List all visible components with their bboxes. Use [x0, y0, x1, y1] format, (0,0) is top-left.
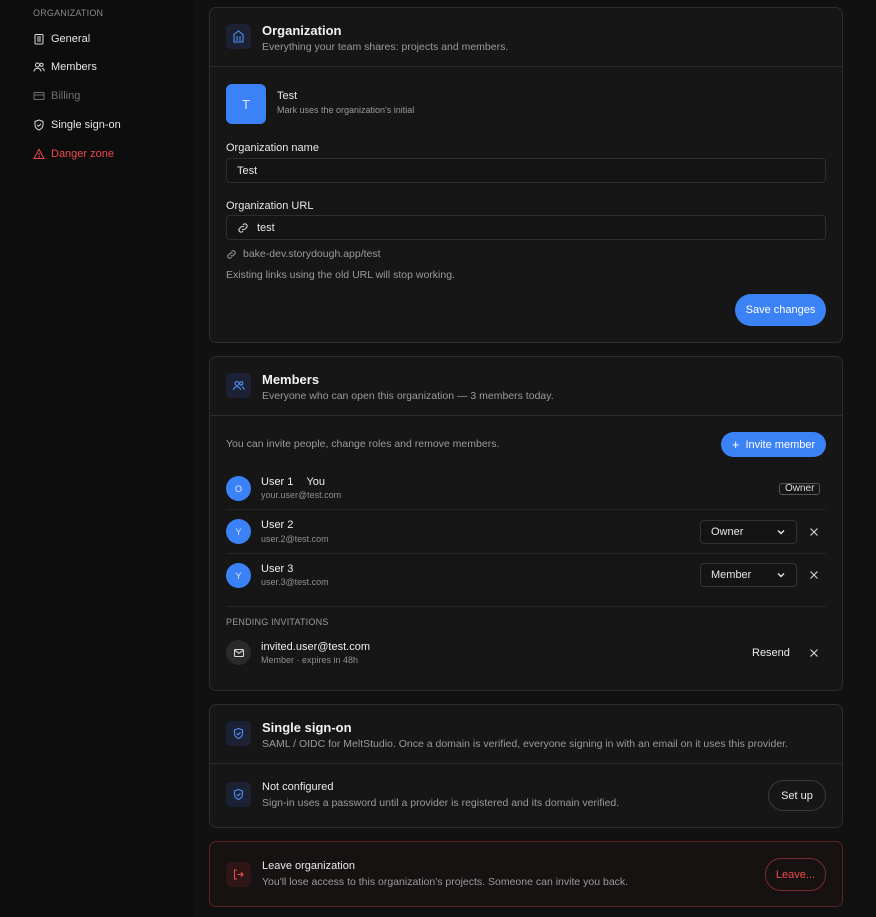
org-mark: T: [226, 84, 266, 124]
member-name-text: User 1: [261, 476, 294, 488]
card-subtitle: Everything your team shares: projects an…: [262, 41, 509, 53]
divider: [226, 553, 826, 554]
organization-card: Organization Everything your team shares…: [209, 7, 843, 343]
member-name: User 3: [261, 563, 294, 575]
shield-icon: [34, 119, 44, 131]
warning-icon: [33, 148, 45, 159]
sidebar-item-label: Billing: [51, 90, 81, 102]
divider: [226, 509, 826, 510]
shield-icon: [226, 782, 251, 807]
sidebar-item-label: Members: [51, 61, 97, 73]
close-icon: [810, 571, 818, 579]
card-header: Organization Everything your team shares…: [210, 8, 842, 67]
close-icon: [810, 649, 818, 657]
save-changes-button[interactable]: Save changes: [735, 294, 826, 326]
org-url-label: Organization URL: [226, 200, 314, 212]
role-select-value: Owner: [711, 526, 744, 538]
sidebar-item-label: Single sign-on: [51, 119, 121, 131]
sidebar-item-label: Danger zone: [51, 148, 114, 160]
sidebar-item-members[interactable]: Members: [33, 57, 97, 77]
building-icon: [34, 34, 44, 45]
card-header: Members Everyone who can open this organ…: [210, 357, 842, 416]
sidebar: ORGANIZATION General Members Billing Sin…: [0, 0, 195, 917]
org-url-value: test: [257, 221, 275, 234]
role-select[interactable]: Member: [700, 563, 797, 587]
divider: [226, 606, 826, 607]
sidebar-item-billing[interactable]: Billing: [33, 86, 80, 106]
sso-status-desc: Sign-in uses a password until a provider…: [262, 797, 620, 809]
org-url-input[interactable]: test: [226, 215, 826, 240]
member-email: your.user@test.com: [261, 490, 342, 500]
member-name: User 2: [261, 519, 294, 531]
avatar: O: [226, 476, 251, 501]
users-icon: [33, 62, 45, 72]
link-icon: [227, 249, 236, 259]
pending-invitations-title: PENDING INVITATIONS: [226, 617, 329, 627]
org-name-value: Test: [237, 164, 258, 177]
org-url-full: bake-dev.storydough.app/test: [243, 248, 381, 260]
card-header: Single sign-on SAML / OIDC for MeltStudi…: [210, 705, 842, 764]
sso-status-title: Not configured: [262, 781, 334, 793]
sidebar-item-sso[interactable]: Single sign-on: [33, 115, 121, 135]
close-icon: [810, 528, 818, 536]
org-name-input[interactable]: Test: [226, 158, 826, 183]
shield-icon: [226, 721, 251, 746]
pending-email: invited.user@test.com: [261, 641, 370, 653]
building-icon: [226, 24, 251, 49]
leave-button[interactable]: Leave...: [765, 858, 826, 891]
chevron-down-icon: [777, 530, 785, 535]
member-email: user.2@test.com: [261, 534, 329, 544]
sidebar-item-danger-zone[interactable]: Danger zone: [33, 144, 114, 164]
remove-member-button[interactable]: [807, 568, 821, 582]
logout-icon: [226, 862, 251, 887]
member-email: user.3@test.com: [261, 577, 329, 587]
users-icon: [226, 373, 251, 398]
card-icon: [33, 92, 45, 100]
members-card: Members Everyone who can open this organ…: [209, 356, 843, 691]
org-url-warning: Existing links using the old URL will st…: [226, 269, 455, 281]
card-title: Organization: [262, 23, 342, 38]
pending-meta: Member · expires in 48h: [261, 655, 359, 665]
role-select-value: Member: [711, 569, 752, 581]
leave-title: Leave organization: [262, 860, 355, 872]
mail-icon: [226, 640, 251, 665]
sidebar-item-label: General: [51, 33, 91, 45]
members-intro: You can invite people, change roles and …: [226, 438, 500, 450]
leave-org-card: Leave organization You'll lose access to…: [209, 841, 843, 907]
setup-sso-button[interactable]: Set up: [768, 780, 826, 811]
invite-member-label: Invite member: [745, 438, 816, 451]
sidebar-item-general[interactable]: General: [33, 29, 90, 49]
chevron-down-icon: [777, 573, 785, 578]
sidebar-section-title: ORGANIZATION: [33, 8, 104, 18]
card-title: Members: [262, 372, 320, 387]
org-url-preview: bake-dev.storydough.app/test: [226, 248, 381, 260]
invite-member-button[interactable]: + Invite member: [721, 432, 826, 457]
plus-icon: +: [731, 437, 740, 452]
member-name: User 1 You: [261, 476, 325, 488]
card-subtitle: Everyone who can open this organization …: [262, 390, 554, 402]
you-indicator: You: [306, 476, 326, 488]
role-badge: Owner: [779, 483, 821, 495]
remove-member-button[interactable]: [807, 525, 821, 539]
org-mark-name: Test: [277, 90, 298, 102]
card-title: Single sign-on: [262, 720, 352, 735]
resend-button[interactable]: Resend: [752, 647, 790, 659]
sso-card: Single sign-on SAML / OIDC for MeltStudi…: [209, 704, 843, 828]
org-mark-desc: Mark uses the organization's initial: [277, 105, 415, 115]
card-subtitle: SAML / OIDC for MeltStudio. Once a domai…: [262, 738, 789, 750]
org-name-label: Organization name: [226, 142, 319, 154]
link-icon: [238, 222, 248, 233]
leave-desc: You'll lose access to this organization'…: [262, 876, 629, 888]
role-select[interactable]: Owner: [700, 520, 797, 544]
avatar: Y: [226, 563, 251, 588]
avatar: Y: [226, 519, 251, 544]
cancel-invite-button[interactable]: [807, 646, 821, 660]
